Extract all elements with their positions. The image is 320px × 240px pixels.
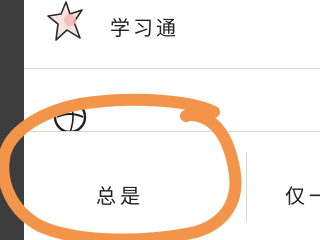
app-option-2[interactable] <box>24 69 320 134</box>
action-bar: 总是 仅一 <box>24 132 320 240</box>
just-once-button[interactable]: 仅一 <box>247 132 320 240</box>
app-option-xuexitong[interactable]: 学习通 <box>24 0 320 68</box>
always-button-label: 总是 <box>96 186 144 208</box>
app-chooser-sheet: 学习通 总是 仅一 <box>24 0 320 240</box>
just-once-button-label: 仅一 <box>285 186 320 208</box>
always-button[interactable]: 总是 <box>24 132 246 240</box>
xuexitong-star-icon <box>44 0 90 46</box>
app-label-xuexitong: 学习通 <box>110 16 179 40</box>
